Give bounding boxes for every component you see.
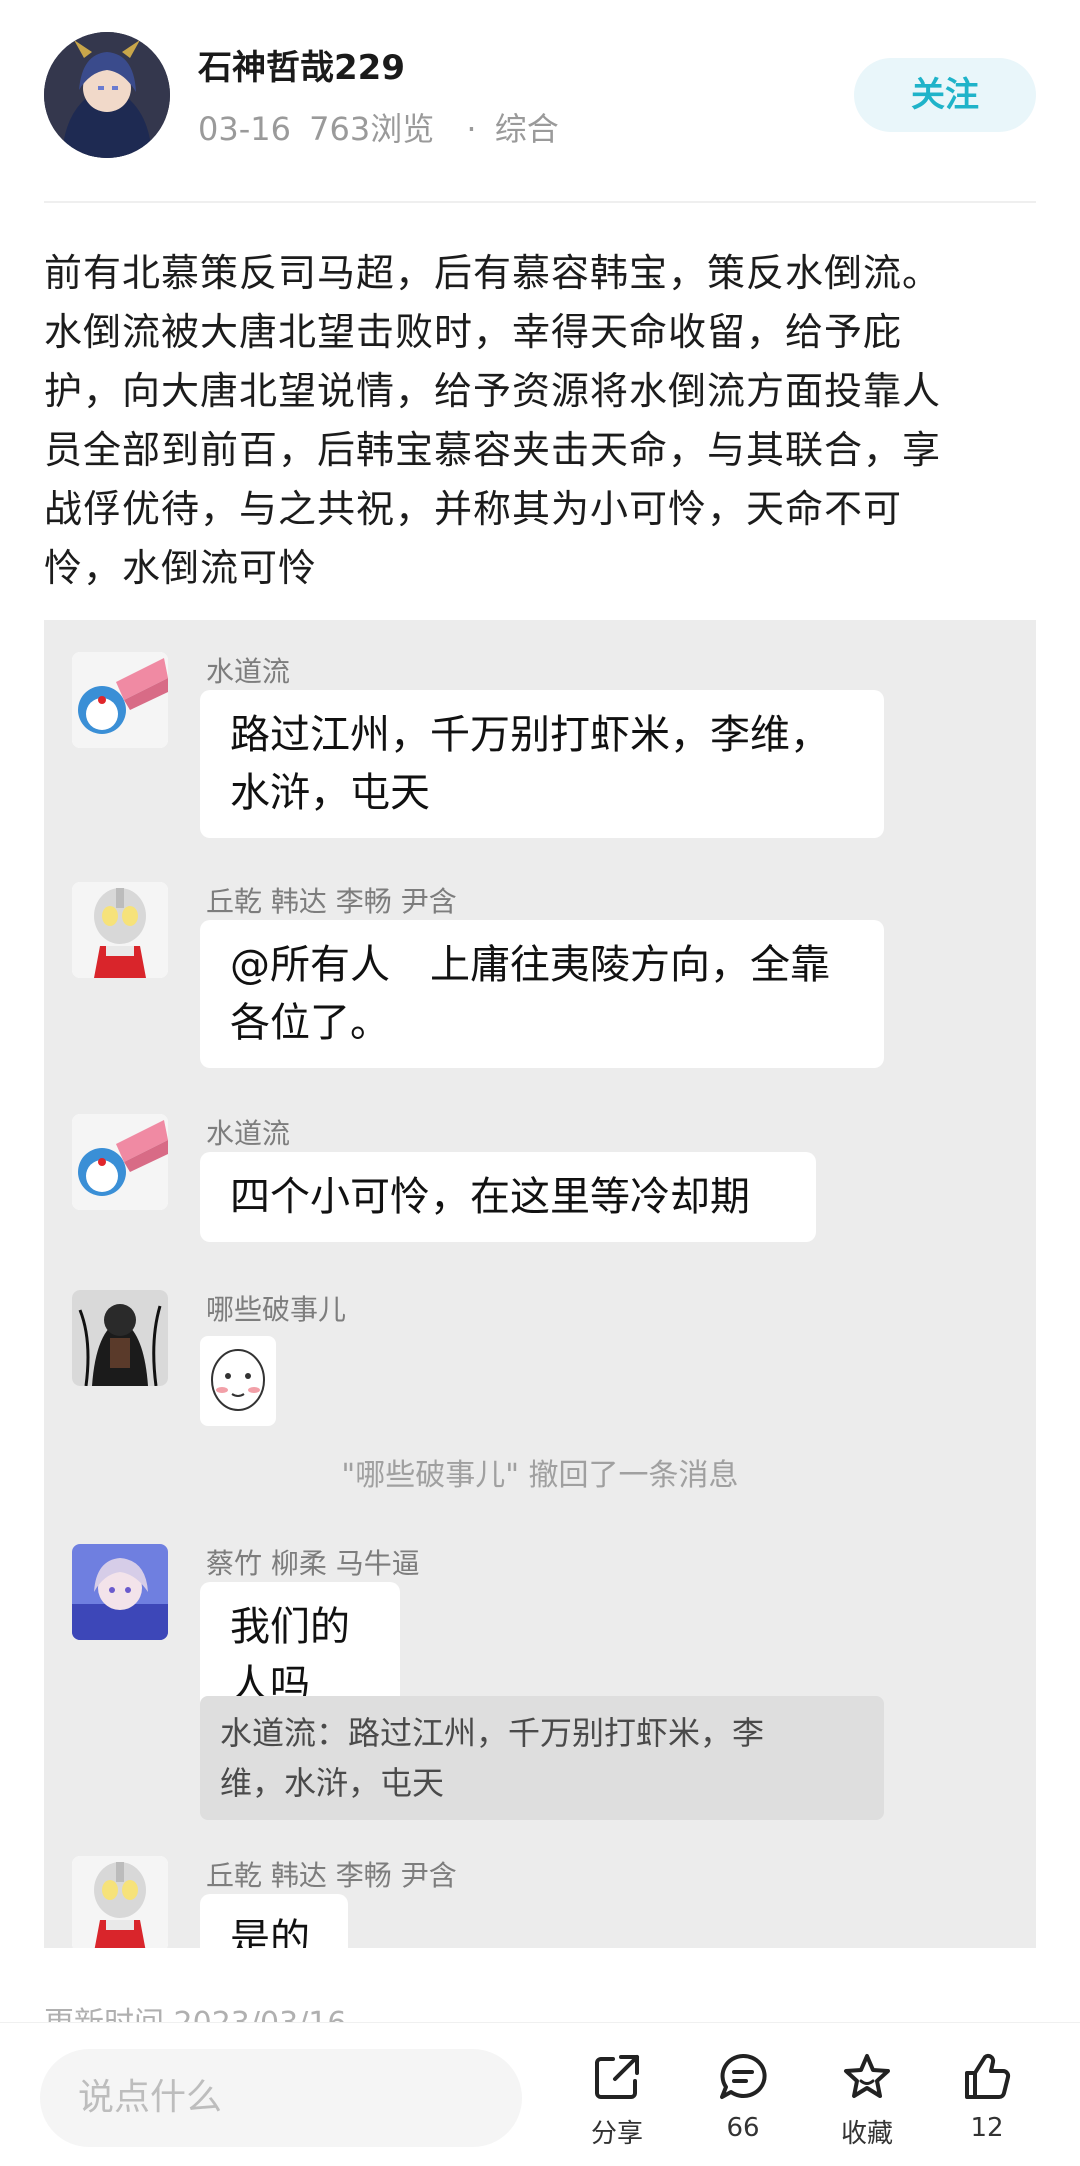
message-line: 各位了。 [230, 1000, 390, 1046]
favorite-label: 收藏 [840, 2119, 893, 2149]
post-date: 03-16 [198, 110, 291, 148]
comment-button[interactable]: 66 [688, 2051, 798, 2143]
smiley-sticker-icon [200, 1336, 276, 1426]
share-button[interactable]: 分享 [562, 2051, 672, 2150]
message-line: 四个小可怜，在这里等冷却期 [230, 1174, 750, 1220]
anime-girl-avatar [72, 1544, 168, 1640]
message-bubble: 是的 [200, 1894, 348, 1948]
favorite-button[interactable]: 收藏 [812, 2051, 922, 2150]
author-avatar[interactable] [44, 32, 170, 158]
message-line: 路过江州，千万别打虾米，李维， [230, 712, 830, 758]
share-label: 分享 [590, 2119, 643, 2149]
doraemon-avatar [72, 1114, 168, 1210]
post-body: 前有北慕策反司马超，后有慕容韩宝，策反水倒流。 水倒流被大唐北望击败时，幸得天命… [44, 244, 1044, 598]
quote-line: 水道流：路过江州，千万别打虾米，李 [220, 1714, 765, 1752]
share-icon [595, 2055, 639, 2099]
sender-name: 蔡竹 柳柔 马牛逼 [206, 1547, 420, 1580]
sender-name: 丘乾 韩达 李畅 尹含 [206, 1859, 457, 1892]
sender-name: 水道流 [206, 655, 291, 688]
message-line: 水浒，屯天 [230, 770, 430, 816]
post-line: 战俘优待，与之共祝，并称其为小可怜，天命不可 [44, 487, 903, 531]
author-name[interactable]: 石神哲哉229 [198, 40, 405, 89]
like-count: 12 [970, 2113, 1004, 2143]
star-icon [844, 2054, 890, 2098]
message-line: 是的 [230, 1916, 310, 1948]
comment-count: 66 [726, 2113, 760, 2143]
quote-line: 维，水浒，屯天 [220, 1764, 445, 1802]
post-header: 石神哲哉229 03-16 763浏览 · 综合 关注 [0, 0, 1080, 200]
post-line: 前有北慕策反司马超，后有慕容韩宝，策反水倒流。 [44, 251, 942, 295]
post-line: 护，向大唐北望说情，给予资源将水倒流方面投靠人 [44, 369, 942, 413]
post-line: 员全部到前百，后韩宝慕容夹击天命，与其联合，享 [44, 428, 942, 472]
meta-separator: · [466, 110, 477, 148]
follow-button[interactable]: 关注 [854, 58, 1036, 132]
bottom-action-bar: 说点什么 分享 66 收藏 12 [0, 2022, 1080, 2166]
message-bubble: 路过江州，千万别打虾米，李维， 水浒，屯天 [200, 690, 884, 838]
ultraman-avatar [72, 1856, 168, 1948]
sender-name: 哪些破事儿 [206, 1293, 347, 1326]
doraemon-avatar [72, 652, 168, 748]
message-bubble: 四个小可怜，在这里等冷却期 [200, 1152, 816, 1242]
chat-screenshot-image[interactable]: 水道流 路过江州，千万别打虾米，李维， 水浒，屯天 丘乾 韩达 李畅 尹含 @所… [44, 620, 1036, 1948]
post-line: 怜，水倒流可怜 [44, 546, 318, 590]
message-line: @所有人 上庸往夷陵方向，全靠 [230, 942, 830, 988]
comment-input[interactable]: 说点什么 [40, 2049, 522, 2147]
post-category[interactable]: 综合 [495, 110, 559, 148]
thumbs-up-icon [965, 2053, 1011, 2099]
view-count: 763浏览 [309, 110, 435, 148]
quoted-message: 水道流：路过江州，千万别打虾米，李 维，水浒，屯天 [200, 1696, 884, 1820]
recall-notice: "哪些破事儿" 撤回了一条消息 [341, 1458, 739, 1493]
like-button[interactable]: 12 [932, 2051, 1042, 2143]
header-divider [44, 201, 1036, 203]
dark-figure-avatar [72, 1290, 168, 1386]
ultraman-avatar [72, 882, 168, 978]
post-meta: 03-16 763浏览 · 综合 [198, 104, 567, 150]
message-bubble: @所有人 上庸往夷陵方向，全靠 各位了。 [200, 920, 884, 1068]
sender-name: 水道流 [206, 1117, 291, 1150]
sender-name: 丘乾 韩达 李畅 尹含 [206, 885, 457, 918]
post-line: 水倒流被大唐北望击败时，幸得天命收留，给予庇 [44, 310, 903, 354]
comment-icon [720, 2053, 767, 2099]
